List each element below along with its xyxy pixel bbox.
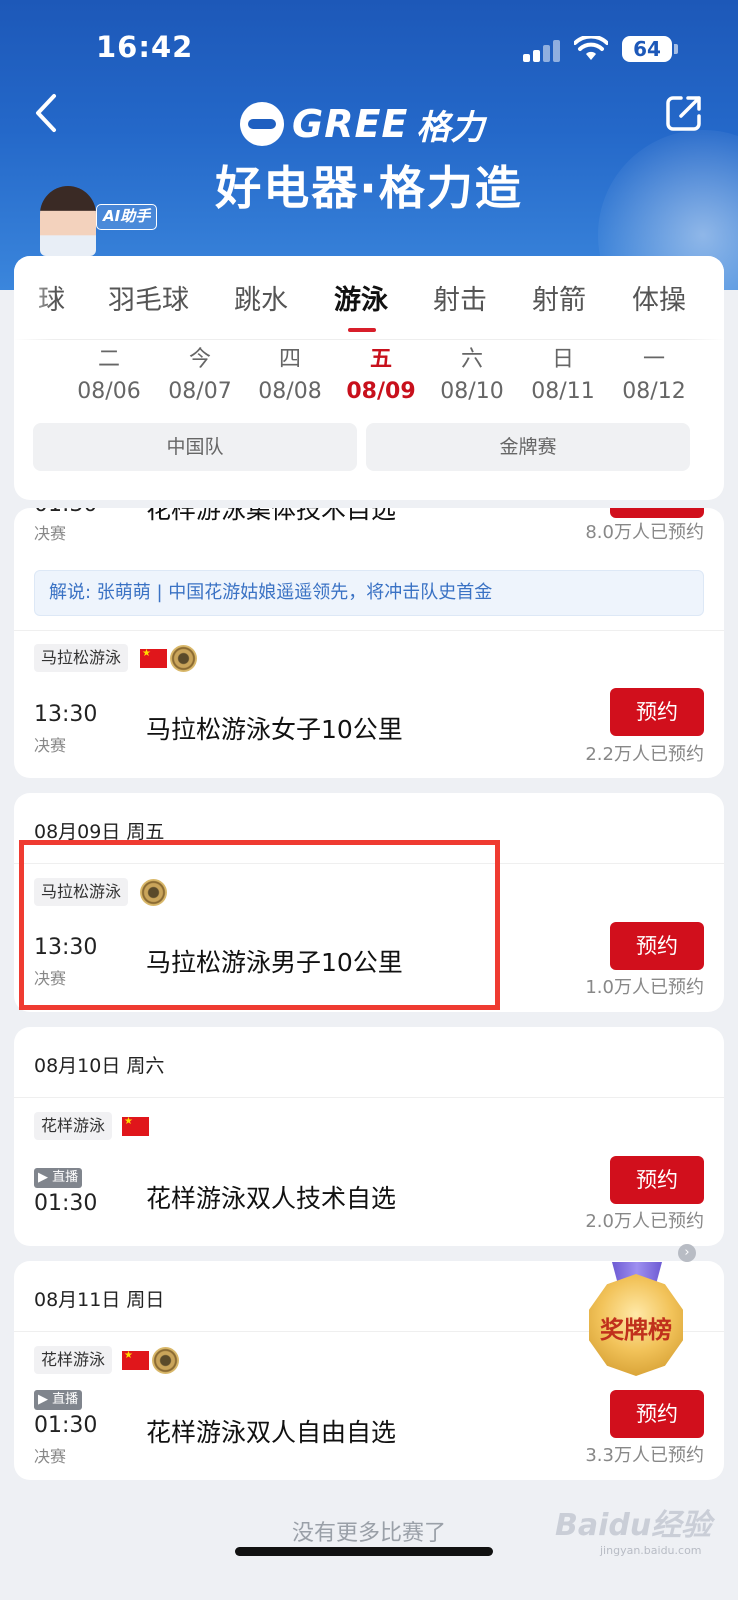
sport-tabs: 球 羽毛球 跳水 游泳 射击 射箭 体操: [14, 256, 724, 340]
weekday-label: 日: [551, 347, 574, 372]
date-tab-0810[interactable]: 六 08/10: [432, 344, 512, 408]
sport-tag: 花样游泳: [34, 1346, 113, 1374]
header-banner: 16:42 64 GREE 格力 好电器·格力造 AI助手: [0, 0, 738, 290]
divider: [14, 1097, 724, 1098]
date-tab-0807[interactable]: 今 08/07: [160, 344, 240, 408]
event-name[interactable]: 花样游泳双人技术自选: [146, 1179, 396, 1215]
gree-logo: GREE 格力: [240, 100, 484, 148]
event-time: 01:30: [34, 508, 97, 517]
booking-count: 1.0万人已预约: [585, 977, 704, 998]
schedule-card-0810: 08月10日 周六 花样游泳 ▶ 直播 01:30 花样游泳双人技术自选 预约 …: [14, 1027, 724, 1246]
weekday-label: 四: [278, 347, 301, 372]
live-badge: ▶ 直播: [34, 1168, 83, 1188]
china-flag-icon: [122, 1349, 149, 1370]
date-label: 08/11: [531, 379, 595, 404]
active-tab-indicator: [348, 328, 376, 332]
battery-icon: 64: [622, 36, 678, 62]
card-date-header: 08月10日 周六: [34, 1055, 165, 1077]
medal-board-button[interactable]: 奖牌榜 ›: [582, 1244, 696, 1382]
book-button[interactable]: 预约: [610, 688, 704, 736]
highlight-annotation: [19, 840, 500, 1010]
book-button[interactable]: 预约: [610, 922, 704, 970]
home-indicator[interactable]: [235, 1547, 493, 1556]
event-name[interactable]: 花样游泳双人自由自选: [146, 1413, 396, 1449]
date-label: 08/10: [440, 379, 504, 404]
weekday-label: 一: [642, 347, 665, 372]
event-name[interactable]: 花样游泳集体技术自选: [146, 508, 396, 526]
gree-logo-mark: [240, 102, 284, 146]
event-time: 13:30: [34, 702, 98, 727]
booking-count: 2.2万人已预约: [585, 744, 704, 765]
event-time: 01:30: [34, 1413, 98, 1438]
medal-board-label: 奖牌榜: [600, 1316, 672, 1344]
date-label: 08/07: [168, 379, 232, 404]
share-button[interactable]: [664, 93, 704, 133]
filter-gold-medal[interactable]: 金牌赛: [366, 423, 690, 471]
tab-diving[interactable]: 跳水: [234, 278, 288, 317]
tabs-fade-left: [14, 256, 54, 340]
tab-archery[interactable]: 射箭: [532, 278, 586, 317]
commentary-banner[interactable]: 解说: 张萌萌 | 中国花游姑娘遥遥领先，将冲击队史首金: [34, 570, 704, 616]
ai-assistant-badge[interactable]: AI助手: [96, 204, 158, 230]
watermark-url: jingyan.baidu.com: [600, 1544, 702, 1557]
weekday-label: 五: [369, 347, 392, 372]
booking-count: 3.3万人已预约: [585, 1445, 704, 1466]
weekday-label: 二: [97, 347, 120, 372]
weekday-label: 今: [188, 347, 211, 372]
weekday-label: 六: [460, 347, 483, 372]
event-stage: 决赛: [34, 524, 67, 543]
book-button[interactable]: 预约: [610, 508, 704, 518]
brand-text: GREE: [292, 102, 409, 146]
ai-assistant-avatar[interactable]: [40, 186, 96, 256]
book-button[interactable]: 预约: [610, 1156, 704, 1204]
signal-icon: [523, 40, 561, 62]
filter-china-team[interactable]: 中国队: [33, 423, 357, 471]
tab-shooting[interactable]: 射击: [433, 278, 487, 317]
china-flag-icon: [140, 647, 167, 668]
date-tab-0812[interactable]: 一 08/12: [614, 344, 694, 408]
brand-text-cn: 格力: [416, 107, 485, 148]
gold-medal-icon: [152, 1347, 179, 1374]
sport-tag: 马拉松游泳: [34, 644, 129, 672]
sport-tag: 花样游泳: [34, 1112, 113, 1140]
watermark-logo: Baidu经验: [555, 1508, 712, 1543]
event-stage: 决赛: [34, 736, 67, 755]
date-label: 08/09: [346, 379, 416, 404]
date-tab-0806[interactable]: 二 08/06: [69, 344, 149, 408]
wifi-icon: [574, 36, 608, 60]
tab-swimming[interactable]: 游泳: [334, 278, 388, 317]
event-stage: 决赛: [34, 1447, 67, 1466]
date-tab-0811[interactable]: 日 08/11: [523, 344, 603, 408]
schedule-filter-card: 球 羽毛球 跳水 游泳 射击 射箭 体操 二 08/06 今 08/07 四 0…: [14, 256, 724, 500]
date-label: 08/08: [258, 379, 322, 404]
tab-gymnastics[interactable]: 体操: [632, 278, 686, 317]
china-flag-icon: [122, 1115, 149, 1136]
event-name[interactable]: 马拉松游泳女子10公里: [146, 710, 403, 746]
medal-board-close-icon[interactable]: ›: [678, 1244, 696, 1262]
date-label: 08/12: [622, 379, 686, 404]
tabs-fade-right: [684, 256, 724, 340]
divider: [14, 630, 724, 631]
gold-medal-icon: [170, 645, 197, 672]
event-time: 01:30: [34, 1191, 98, 1216]
book-button[interactable]: 预约: [610, 1390, 704, 1438]
back-button[interactable]: [28, 88, 68, 138]
schedule-card-0808: 01:30 决赛 花样游泳集体技术自选 预约 8.0万人已预约 解说: 张萌萌 …: [14, 508, 724, 778]
tab-badminton[interactable]: 羽毛球: [108, 278, 189, 317]
booking-count: 2.0万人已预约: [585, 1211, 704, 1232]
live-badge: ▶ 直播: [34, 1390, 83, 1410]
date-tab-0809[interactable]: 五 08/09: [341, 344, 421, 408]
card-date-header: 08月11日 周日: [34, 1289, 165, 1311]
booking-count: 8.0万人已预约: [585, 522, 704, 543]
date-label: 08/06: [77, 379, 141, 404]
date-tab-0808[interactable]: 四 08/08: [250, 344, 330, 408]
status-time: 16:42: [96, 30, 194, 64]
